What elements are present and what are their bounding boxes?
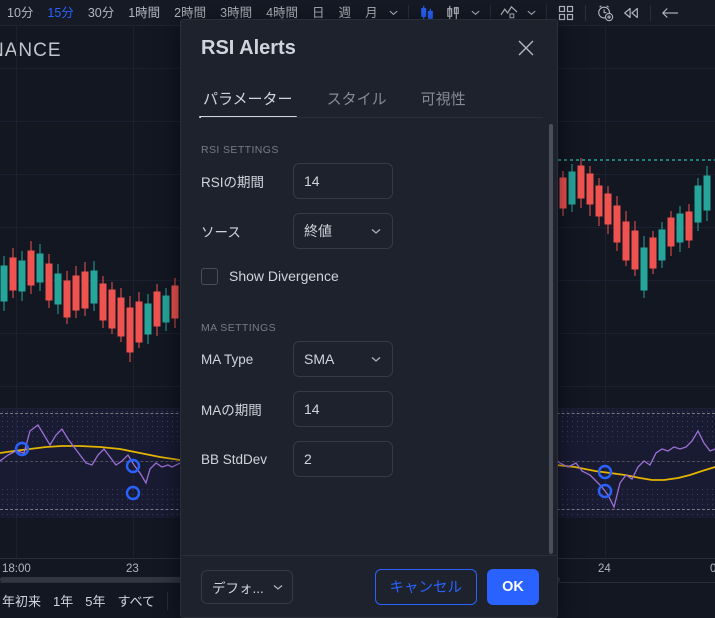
rsi-length-input[interactable]: 14 xyxy=(293,163,393,199)
chevron-down-icon xyxy=(272,581,284,593)
ma-length-input[interactable]: 14 xyxy=(293,391,393,427)
dialog-footer: デフォ... キャンセル OK xyxy=(181,555,557,617)
toolbar-divider xyxy=(649,4,651,21)
label-bb-stddev: BB StdDev xyxy=(201,451,268,467)
timeframe-1h[interactable]: 1時間 xyxy=(121,2,167,24)
timeframe-30m[interactable]: 30分 xyxy=(81,2,121,24)
source-select-value: 終値 xyxy=(304,223,332,239)
rsi-alerts-dialog: RSI Alerts パラメーター スタイル 可視性 RSI SETTINGS … xyxy=(180,19,558,618)
field-row-source: ソース 終値 xyxy=(201,206,537,256)
tab-style[interactable]: スタイル xyxy=(325,88,389,118)
timeframe-15m[interactable]: 15分 xyxy=(40,2,80,24)
cancel-button[interactable]: キャンセル xyxy=(374,568,477,605)
range-ytd[interactable]: 年初来 xyxy=(2,591,41,610)
alarm-add-icon[interactable] xyxy=(592,2,618,24)
chevron-down-icon xyxy=(370,353,382,365)
tab-visibility[interactable]: 可視性 xyxy=(419,88,468,118)
time-tick-1800: 18:00 xyxy=(2,563,31,575)
range-all[interactable]: すべて xyxy=(117,591,155,610)
close-icon[interactable] xyxy=(513,35,539,61)
chevron-down-icon xyxy=(370,225,382,237)
dialog-body: RSI SETTINGS RSIの期間 14 ソース 終値 Show Diver… xyxy=(181,118,557,555)
preset-select-value: デフォ... xyxy=(212,580,264,596)
label-ma-type: MA Type xyxy=(201,351,254,367)
label-source: ソース xyxy=(201,225,241,240)
ma-type-select[interactable]: SMA xyxy=(293,341,393,377)
ma-type-select-value: SMA xyxy=(304,351,335,367)
tab-parameters[interactable]: パラメーター xyxy=(199,88,297,118)
show-divergence-row[interactable]: Show Divergence xyxy=(201,256,537,296)
show-divergence-label: Show Divergence xyxy=(229,268,339,284)
section-title-rsi: RSI SETTINGS xyxy=(201,144,279,156)
label-ma-length: MAの期間 xyxy=(201,403,262,418)
dialog-tabs: パラメーター スタイル 可視性 xyxy=(181,76,557,118)
bb-stddev-input[interactable]: 2 xyxy=(293,441,393,477)
field-row-ma-type: MA Type SMA xyxy=(201,334,537,384)
section-title-ma: MA SETTINGS xyxy=(201,322,276,334)
undo-arrow-icon[interactable] xyxy=(657,2,683,24)
range-5y[interactable]: 5年 xyxy=(85,591,105,610)
range-1y[interactable]: 1年 xyxy=(53,591,73,610)
dialog-title: RSI Alerts xyxy=(201,36,296,59)
time-tick-24: 24 xyxy=(598,563,611,575)
field-row-rsi-length: RSIの期間 14 xyxy=(201,156,537,206)
dialog-scrollbar[interactable] xyxy=(549,124,553,554)
range-divider xyxy=(167,591,169,610)
time-tick-23: 23 xyxy=(126,563,139,575)
toolbar-divider xyxy=(584,4,586,21)
source-select[interactable]: 終値 xyxy=(293,213,393,249)
label-rsi-length: RSIの期間 xyxy=(201,175,265,190)
time-tick-0: 0 xyxy=(710,563,715,575)
field-row-ma-length: MAの期間 14 xyxy=(201,384,537,434)
preset-select[interactable]: デフォ... xyxy=(201,569,293,604)
field-row-bb-stddev: BB StdDev 2 xyxy=(201,434,537,484)
ok-button[interactable]: OK xyxy=(487,568,539,605)
timeframe-10m[interactable]: 10分 xyxy=(0,2,40,24)
show-divergence-checkbox[interactable] xyxy=(201,267,218,285)
dialog-header: RSI Alerts xyxy=(181,20,557,76)
replay-rewind-icon[interactable] xyxy=(618,2,644,24)
